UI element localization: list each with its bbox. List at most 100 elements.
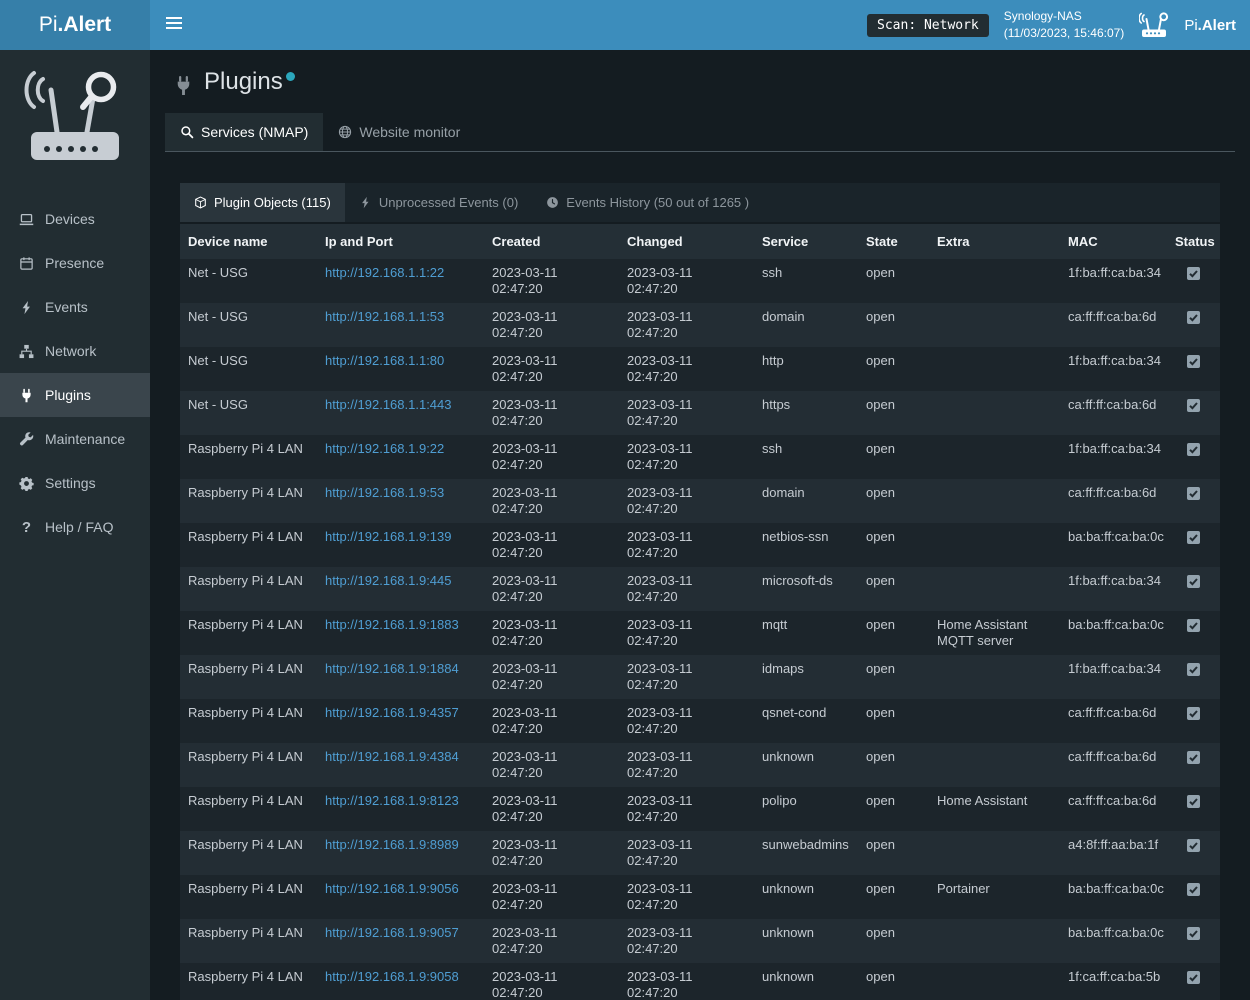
cell-status <box>1167 347 1220 391</box>
cell-extra <box>929 831 1060 875</box>
cell-status <box>1167 963 1220 1000</box>
status-checkbox[interactable] <box>1187 267 1200 280</box>
sidebar-item-plugins[interactable]: Plugins <box>0 373 150 417</box>
column-header-status[interactable]: Status <box>1167 224 1220 259</box>
ip-port-link[interactable]: http://192.168.1.9:4357 <box>325 705 459 720</box>
status-checkbox[interactable] <box>1187 707 1200 720</box>
cell-extra <box>929 347 1060 391</box>
ip-port-link[interactable]: http://192.168.1.9:139 <box>325 529 452 544</box>
cell-created: 2023-03-11 02:47:20 <box>484 611 619 655</box>
tab-services-nmap[interactable]: Services (NMAP) <box>165 113 323 151</box>
sidebar-item-presence[interactable]: Presence <box>0 241 150 285</box>
cell-device-name: Net - USG <box>180 259 317 303</box>
table-row: Net - USGhttp://192.168.1.1:802023-03-11… <box>180 347 1220 391</box>
column-header-service[interactable]: Service <box>754 224 858 259</box>
subtab-events-history-50-out-of-1265[interactable]: Events History (50 out of 1265 ) <box>532 183 763 222</box>
host-name: Synology-NAS <box>1004 8 1125 25</box>
ip-port-link[interactable]: http://192.168.1.9:1884 <box>325 661 459 676</box>
ip-port-link[interactable]: http://192.168.1.9:53 <box>325 485 444 500</box>
ip-port-link[interactable]: http://192.168.1.9:8123 <box>325 793 459 808</box>
status-checkbox[interactable] <box>1187 487 1200 500</box>
status-checkbox[interactable] <box>1187 355 1200 368</box>
cell-state: open <box>858 391 929 435</box>
ip-port-link[interactable]: http://192.168.1.1:443 <box>325 397 452 412</box>
sidebar-item-events[interactable]: Events <box>0 285 150 329</box>
sidebar-item-label: Settings <box>45 475 96 491</box>
cell-changed: 2023-03-11 02:47:20 <box>619 831 754 875</box>
cell-mac: 1f:ba:ff:ca:ba:34 <box>1060 567 1167 611</box>
cell-created: 2023-03-11 02:47:20 <box>484 919 619 963</box>
status-checkbox[interactable] <box>1187 619 1200 632</box>
status-checkbox[interactable] <box>1187 663 1200 676</box>
table-row: Raspberry Pi 4 LANhttp://192.168.1.9:188… <box>180 611 1220 655</box>
status-checkbox[interactable] <box>1187 531 1200 544</box>
status-checkbox[interactable] <box>1187 839 1200 852</box>
cell-mac: 1f:ba:ff:ca:ba:34 <box>1060 655 1167 699</box>
cell-created: 2023-03-11 02:47:20 <box>484 787 619 831</box>
plugin-tabs: Services (NMAP) Website monitor <box>165 113 1235 152</box>
ip-port-link[interactable]: http://192.168.1.9:4384 <box>325 749 459 764</box>
status-checkbox[interactable] <box>1187 883 1200 896</box>
devices-laptop-icon <box>17 211 36 227</box>
column-header-state[interactable]: State <box>858 224 929 259</box>
status-checkbox[interactable] <box>1187 399 1200 412</box>
status-checkbox[interactable] <box>1187 971 1200 984</box>
status-checkbox[interactable] <box>1187 795 1200 808</box>
table-row: Net - USGhttp://192.168.1.1:222023-03-11… <box>180 259 1220 303</box>
sidebar-item-settings[interactable]: Settings <box>0 461 150 505</box>
cell-ip-port: http://192.168.1.9:8989 <box>317 831 484 875</box>
settings-gear-icon <box>17 475 36 491</box>
ip-port-link[interactable]: http://192.168.1.9:22 <box>325 441 444 456</box>
cell-created: 2023-03-11 02:47:20 <box>484 963 619 1000</box>
sidebar-item-maintenance[interactable]: Maintenance <box>0 417 150 461</box>
column-header-extra[interactable]: Extra <box>929 224 1060 259</box>
subtab-plugin-objects-115[interactable]: Plugin Objects (115) <box>180 183 345 222</box>
cell-service: domain <box>754 303 858 347</box>
cell-service: ssh <box>754 435 858 479</box>
column-header-created[interactable]: Created <box>484 224 619 259</box>
subtab-unprocessed-events-0[interactable]: Unprocessed Events (0) <box>345 183 532 222</box>
cell-state: open <box>858 479 929 523</box>
ip-port-link[interactable]: http://192.168.1.9:8989 <box>325 837 459 852</box>
brand-logo[interactable]: Pi.Alert <box>0 0 150 50</box>
ip-port-link[interactable]: http://192.168.1.9:1883 <box>325 617 459 632</box>
ip-port-link[interactable]: http://192.168.1.9:9057 <box>325 925 459 940</box>
sidebar-item-label: Maintenance <box>45 431 125 447</box>
cell-created: 2023-03-11 02:47:20 <box>484 743 619 787</box>
ip-port-link[interactable]: http://192.168.1.9:9056 <box>325 881 459 896</box>
ip-port-link[interactable]: http://192.168.1.1:80 <box>325 353 444 368</box>
sidebar-item-help-faq[interactable]: ?Help / FAQ <box>0 505 150 549</box>
sidebar-item-devices[interactable]: Devices <box>0 197 150 241</box>
tab-label: Website monitor <box>359 124 460 140</box>
tab-website-monitor[interactable]: Website monitor <box>323 113 475 151</box>
table-row: Net - USGhttp://192.168.1.1:532023-03-11… <box>180 303 1220 347</box>
sidebar-toggle-button[interactable] <box>150 0 198 50</box>
status-checkbox[interactable] <box>1187 443 1200 456</box>
column-header-changed[interactable]: Changed <box>619 224 754 259</box>
sidebar-item-network[interactable]: Network <box>0 329 150 373</box>
ip-port-link[interactable]: http://192.168.1.9:445 <box>325 573 452 588</box>
status-checkbox[interactable] <box>1187 927 1200 940</box>
ip-port-link[interactable]: http://192.168.1.1:22 <box>325 265 444 280</box>
cell-status <box>1167 567 1220 611</box>
status-checkbox[interactable] <box>1187 311 1200 324</box>
cell-device-name: Net - USG <box>180 391 317 435</box>
cell-state: open <box>858 919 929 963</box>
column-header-ip-and-port[interactable]: Ip and Port <box>317 224 484 259</box>
column-header-device-name[interactable]: Device name <box>180 224 317 259</box>
cell-mac: ba:ba:ff:ca:ba:0c <box>1060 611 1167 655</box>
status-checkbox[interactable] <box>1187 751 1200 764</box>
column-header-mac[interactable]: MAC <box>1060 224 1167 259</box>
cell-ip-port: http://192.168.1.1:53 <box>317 303 484 347</box>
cell-service: qsnet-cond <box>754 699 858 743</box>
cell-ip-port: http://192.168.1.9:9057 <box>317 919 484 963</box>
cell-device-name: Net - USG <box>180 347 317 391</box>
ip-port-link[interactable]: http://192.168.1.1:53 <box>325 309 444 324</box>
cell-device-name: Raspberry Pi 4 LAN <box>180 875 317 919</box>
plugins-help-badge[interactable] <box>286 72 295 81</box>
status-checkbox[interactable] <box>1187 575 1200 588</box>
ip-port-link[interactable]: http://192.168.1.9:9058 <box>325 969 459 984</box>
cell-ip-port: http://192.168.1.9:8123 <box>317 787 484 831</box>
cell-state: open <box>858 743 929 787</box>
cell-ip-port: http://192.168.1.9:4384 <box>317 743 484 787</box>
